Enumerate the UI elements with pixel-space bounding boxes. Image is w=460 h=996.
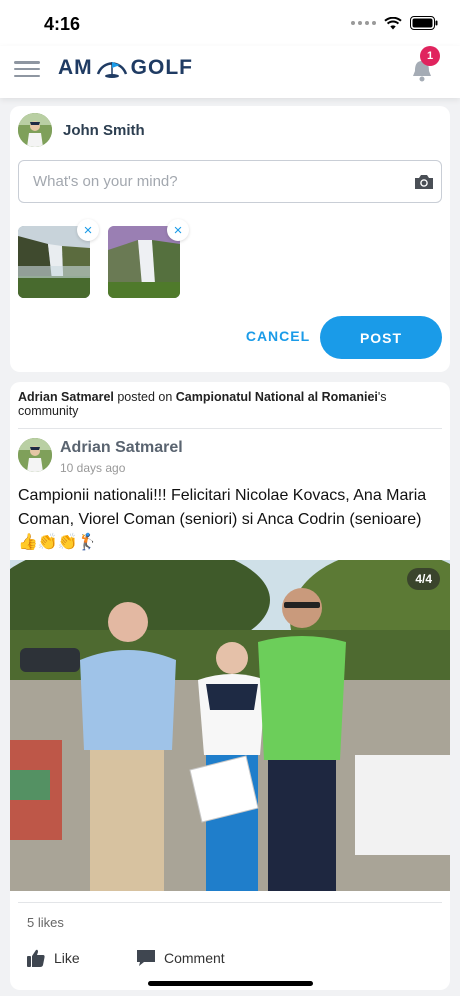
cancel-button[interactable]: CANCEL — [236, 328, 320, 348]
context-author-link[interactable]: Adrian Satmarel — [18, 390, 114, 404]
post-author-name[interactable]: Adrian Satmarel — [60, 439, 183, 457]
comment-label: Comment — [164, 950, 225, 966]
remove-image-icon[interactable]: × — [167, 219, 189, 241]
post-photo[interactable]: 4/4 — [10, 560, 450, 891]
community-link[interactable]: Campionatul National al Romaniei — [176, 390, 378, 404]
like-label: Like — [54, 950, 80, 966]
image-counter: 4/4 — [407, 568, 440, 590]
wifi-icon — [384, 16, 402, 29]
status-time: 4:16 — [44, 14, 81, 34]
post-text-input[interactable] — [18, 160, 442, 203]
comment-icon — [137, 950, 155, 966]
status-icons — [351, 16, 438, 30]
divider — [18, 428, 442, 429]
post-timestamp: 10 days ago — [60, 461, 126, 475]
post-context: Adrian Satmarel posted on Campionatul Na… — [18, 390, 387, 418]
post-text: Campionii nationali!!! Felicitari Nicola… — [18, 487, 427, 551]
hamburger-menu-icon[interactable] — [14, 58, 40, 80]
user-avatar[interactable] — [18, 113, 52, 147]
post-button[interactable]: POST — [320, 316, 442, 359]
app-logo: AM GOLF — [58, 54, 193, 82]
camera-icon[interactable] — [414, 174, 434, 190]
comment-button[interactable]: Comment — [136, 948, 225, 968]
like-button[interactable]: Like — [26, 948, 80, 968]
composer-user-name: John Smith — [63, 122, 145, 139]
likes-count[interactable]: 5 likes — [27, 915, 64, 930]
author-avatar[interactable] — [18, 438, 52, 472]
post-composer: John Smith × × CANCEL POST — [10, 106, 450, 372]
status-bar: 4:16 — [0, 0, 460, 46]
thumbs-up-icon — [27, 949, 45, 967]
signal-icon — [351, 21, 376, 25]
notification-badge[interactable]: 1 — [420, 46, 440, 66]
divider — [18, 902, 442, 903]
feed-post-card: Adrian Satmarel posted on Campionatul Na… — [10, 382, 450, 990]
battery-icon — [410, 16, 438, 30]
remove-image-icon[interactable]: × — [77, 219, 99, 241]
golf-flag-logo-icon — [96, 62, 127, 78]
app-header: AM GOLF 1 — [0, 46, 460, 98]
home-indicator[interactable] — [148, 981, 313, 986]
